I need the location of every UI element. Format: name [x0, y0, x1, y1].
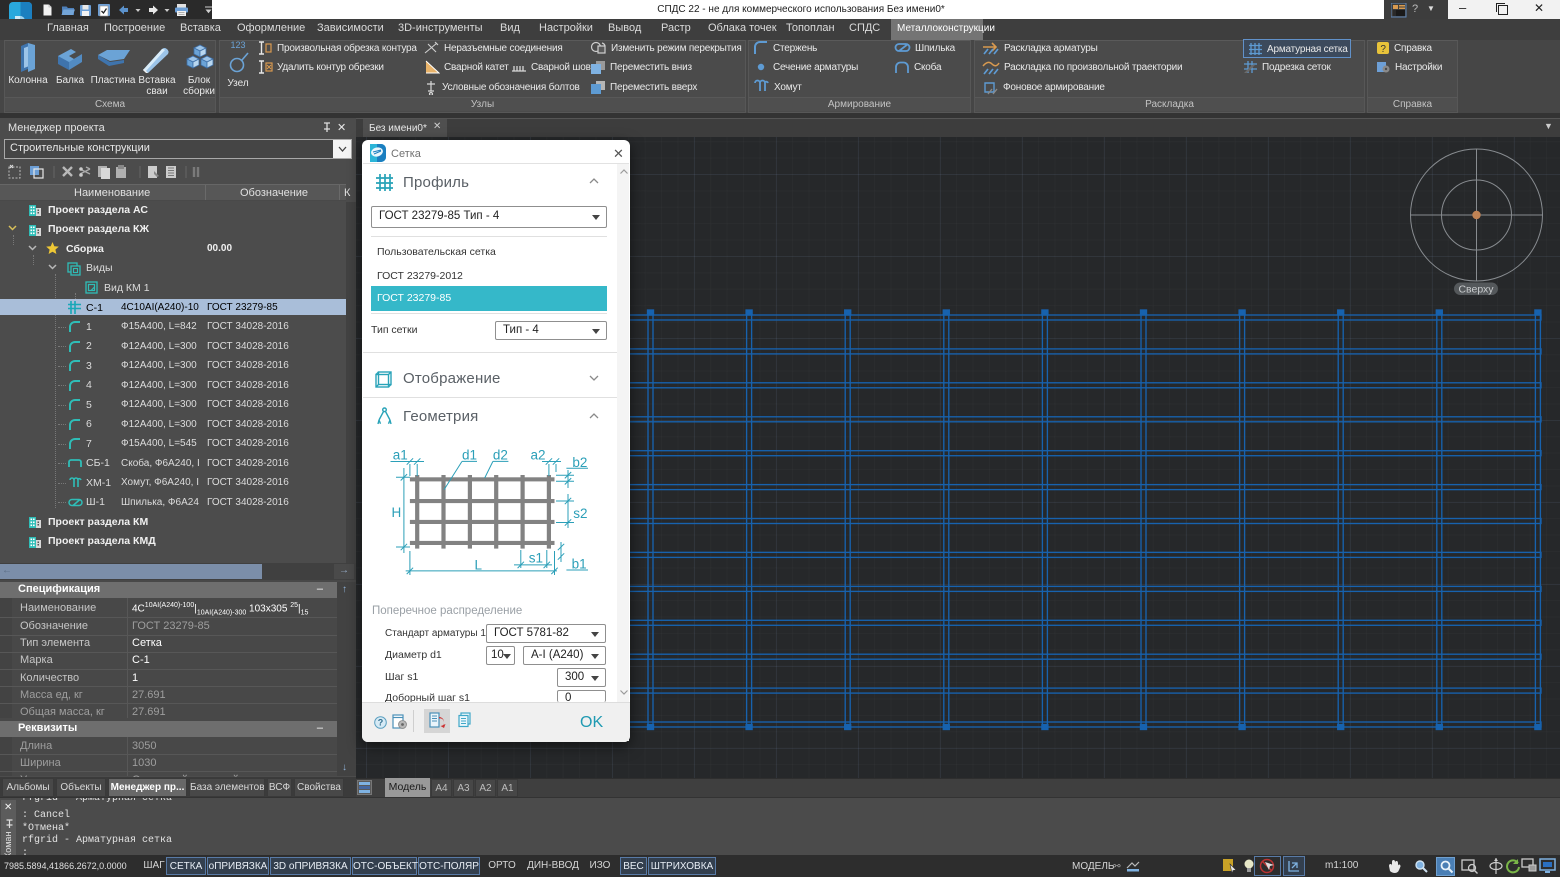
svg-text:Сверху: Сверху	[1458, 284, 1494, 296]
svg-text:a2: a2	[531, 448, 546, 463]
svg-text:b2: b2	[572, 455, 587, 470]
svg-text:H: H	[392, 505, 402, 520]
svg-text:?: ?	[378, 718, 384, 728]
svg-text:d2: d2	[493, 448, 508, 463]
svg-text:?: ?	[1380, 44, 1386, 55]
svg-text:b1: b1	[572, 557, 587, 572]
svg-text:L: L	[475, 558, 483, 573]
svg-text:s1: s1	[529, 551, 543, 566]
svg-text:d1: d1	[462, 448, 477, 463]
svg-text:s2: s2	[573, 506, 587, 521]
svg-text:a1: a1	[393, 448, 408, 463]
